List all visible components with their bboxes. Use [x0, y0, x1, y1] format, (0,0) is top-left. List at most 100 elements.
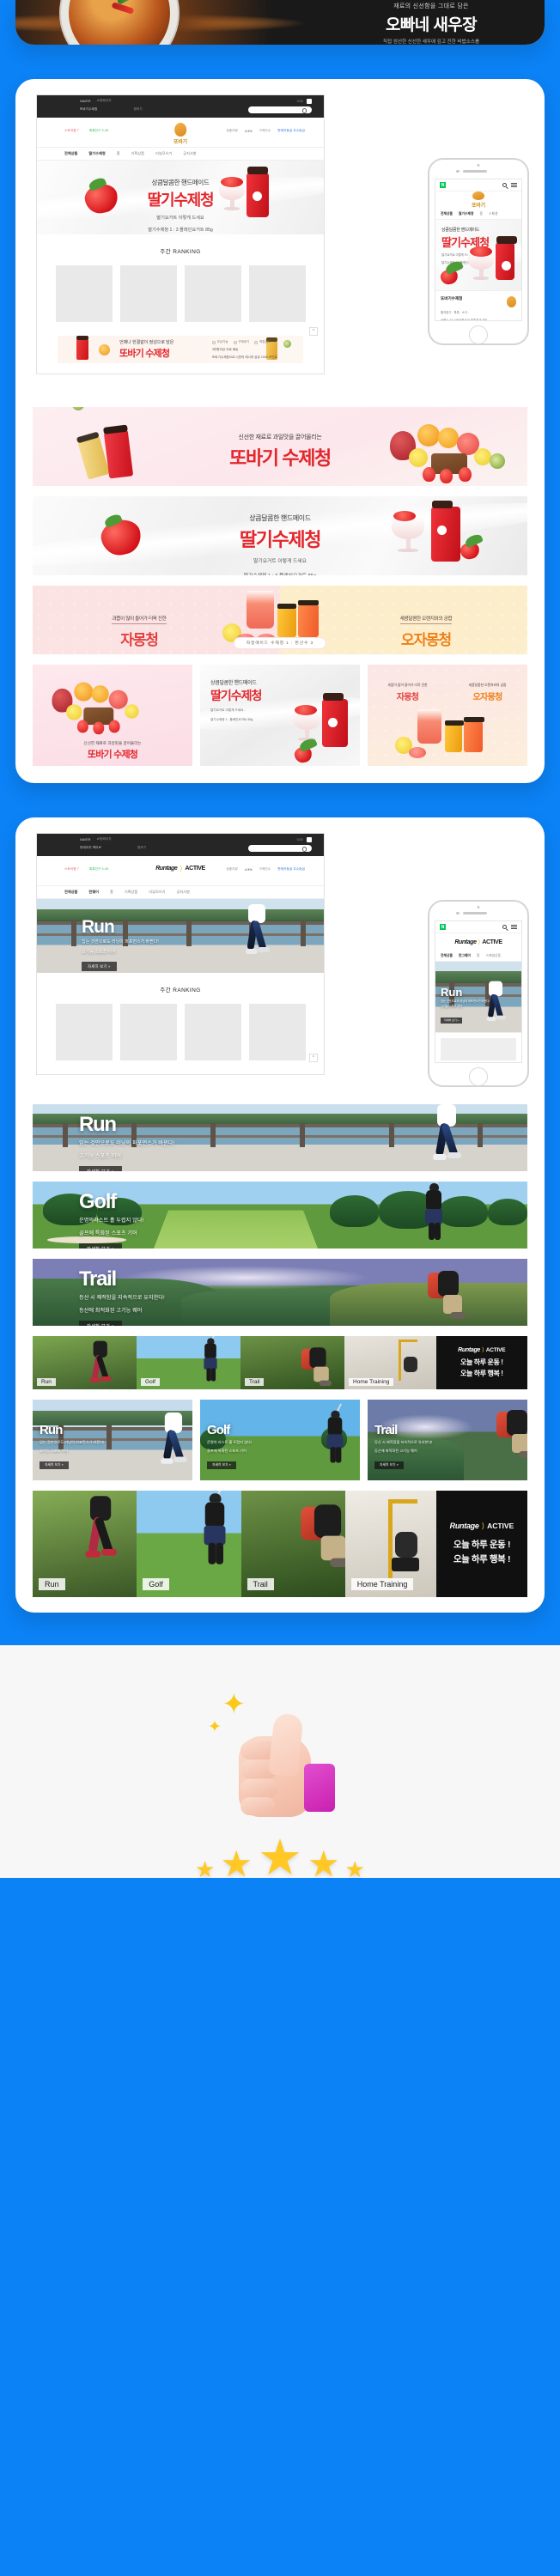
big-split-home-training-panel[interactable]: Home Training — [344, 1491, 436, 1597]
banner-golf[interactable]: Golf 운명의라스트 홀 두렵지 않다! 골프에 특화된 스포츠 기어 자세히… — [33, 1182, 527, 1249]
phone-hero-detail-button[interactable]: 자세히 보기 » — [441, 1017, 463, 1024]
phone-hero[interactable]: 상큼달콤한 핸드메이드 딸기수제청 딸기요거트 이렇게 드세요 - 딸기수제청 … — [435, 220, 521, 290]
phone-home-button[interactable] — [469, 1067, 488, 1086]
browser-search-input[interactable] — [248, 106, 312, 113]
hamburger-menu-icon[interactable] — [511, 183, 517, 187]
phone-nav-special[interactable]: 스페셜 — [489, 212, 497, 216]
banner-trail[interactable]: Trail 등산 시 쾌적함을 지속적으로 유지한다! 등산에 최적화된 고기능… — [33, 1259, 527, 1326]
nav-item-reviews[interactable]: 리뷰모으기 — [155, 151, 172, 156]
talk-friend-count[interactable]: 톡톡친구 3,45 — [89, 129, 108, 133]
food-browser-mock[interactable]: NAVER 쇼핑페이지 또바기수제청 찜하기 0/20 스토어찜 7 톡톡친구 … — [36, 94, 325, 374]
cart-icon[interactable] — [307, 837, 312, 842]
ranking-item[interactable] — [55, 1004, 113, 1060]
favorite-label[interactable]: 찜하기 — [137, 846, 146, 850]
phone-nav[interactable]: 전체상품 딸기수제청 홈 스페셜 — [435, 209, 521, 220]
search-icon[interactable] — [502, 183, 507, 187]
phone-nav-home[interactable]: 홈 — [477, 954, 480, 958]
banner-tobagi-handmade[interactable]: 신선한 재료로 과일맛을 끌어올리는 또바기 수제청 — [33, 407, 527, 486]
trio-golf-detail-button[interactable]: 자세히 보기 » — [207, 1461, 236, 1469]
banner-strawberry-handmade[interactable]: 상큼달콤한 핸드메이드 딸기수제청 딸기요거트 이렇게 드세요 딸기수제청 1 … — [33, 496, 527, 575]
search-icon[interactable] — [502, 925, 507, 929]
phone-nav-strawberry[interactable]: 딸기수제청 — [459, 212, 473, 216]
favorite-label[interactable]: 찜하기 — [133, 107, 142, 112]
nav-item-all[interactable]: 전체상품 — [64, 151, 77, 156]
phone-nav-special[interactable]: 스페셜상품 — [485, 954, 500, 958]
sport-hero-detail-button[interactable]: 자세히 보기 » — [82, 962, 117, 971]
split-home-training-panel[interactable]: Home Training — [344, 1336, 436, 1389]
trio-card-strawberry[interactable]: 상큼달콤한 핸드메이드 딸기수제청 딸기요거트 이렇게 드세요 - 딸기수제청 … — [200, 665, 360, 766]
sport-logo[interactable]: Runtage ⟩ ACTIVE — [155, 865, 205, 872]
food-hero-banner[interactable]: 재료의 신선함을 그대로 담은 오빠네 새우장 직접 엄선한 신선한 새우에 깊… — [15, 0, 545, 45]
scroll-to-top-icon[interactable]: ^ — [309, 1054, 318, 1062]
nav-item-promo[interactable]: 기획상품 — [125, 890, 137, 895]
trio-card-tobagi[interactable]: 신선한 재료로 과일맛을 끌어올리는 또바기 수제청 — [33, 665, 192, 766]
big-split-golf-panel[interactable]: Golf — [137, 1491, 241, 1597]
banner-run[interactable]: Run 입는 것만으로도 러닝의 퍼포먼스가 바뀐다! 고기능 스포츠 이어 자… — [33, 1104, 527, 1171]
sport-site-nav[interactable]: 전체상품 런웨어 홈 기획상품 리뷰모으기 공지사항 — [37, 885, 324, 899]
phone-nav-all[interactable]: 전체상품 — [441, 212, 453, 216]
sport-phone-mock[interactable]: N Runtage ⟩ ACTIVE 전체상품 런그웨어 홈 스페셜상품 Run… — [428, 900, 529, 1087]
split-trail-panel[interactable]: Trail — [240, 1336, 345, 1389]
trio-card-run[interactable]: Run 입는 것만으로도 러닝의 퍼포먼스가 바뀐다! 고기능 스포츠 이어 자… — [33, 1400, 192, 1480]
browser-search-input[interactable] — [248, 845, 312, 852]
food-site-nav[interactable]: 전체상품 딸기수제청 홈 기획상품 리뷰모으기 공지사항 — [37, 147, 324, 161]
split-golf-panel[interactable]: Golf — [137, 1336, 241, 1389]
ranking-item[interactable] — [55, 265, 113, 322]
big-split-run-panel[interactable]: Run — [33, 1491, 137, 1597]
food-site-hero[interactable]: 상큼달콤한 핸드메이드 딸기수제청 딸기요거트 이렇게 드세요 딸기수제청 1 … — [37, 161, 324, 234]
big-split-trail-panel[interactable]: Trail — [240, 1491, 345, 1597]
nav-item-notice[interactable]: 공지사항 — [183, 151, 196, 156]
big-split-brand-panel[interactable]: Runtage ⟩ ACTIVE 오늘 하루 운동 ! 오늘 하루 행복 ! — [435, 1491, 527, 1597]
talk-friend-count[interactable]: 톡톡친구 3,45 — [89, 867, 108, 872]
store-name-label[interactable]: 또바기수제청 — [80, 107, 97, 112]
phone-product-thumb[interactable] — [441, 1038, 516, 1060]
nav-item-strawberry[interactable]: 딸기수제청 — [88, 151, 105, 156]
food-phone-mock[interactable]: N 또바기 전체상품 딸기수제청 홈 스페셜 상큼달콤한 핸드메이드 딸기수제청… — [428, 158, 529, 345]
split-brand-panel[interactable]: Runtage ⟩ ACTIVE 오늘 하루 운동 ! 오늘 하루 행복 ! — [435, 1336, 527, 1389]
ranking-item[interactable] — [184, 265, 241, 322]
ranking-item[interactable] — [248, 265, 306, 322]
food-logo[interactable]: 또바기 — [173, 123, 187, 145]
phone-nav-runwear[interactable]: 런그웨어 — [459, 954, 471, 958]
phone-hero[interactable]: Run 입는 것만으로도 러닝의 퍼포먼스가 바뀐다! 고기능 스포츠 이어 자… — [435, 962, 521, 1032]
phone-home-button[interactable] — [469, 325, 488, 344]
ranking-item[interactable] — [248, 1004, 306, 1060]
nav-item-promo[interactable]: 기획상품 — [131, 151, 144, 156]
naver-logo-icon[interactable]: N — [440, 924, 446, 930]
phone-nav-all[interactable]: 전체상품 — [441, 954, 453, 958]
ranking-item[interactable] — [184, 1004, 241, 1060]
nav-item-reviews[interactable]: 리뷰모으기 — [149, 890, 165, 895]
trio-trail-detail-button[interactable]: 자세히 보기 » — [374, 1461, 404, 1469]
split-strip-large[interactable]: Run Golf Trail Home Training Runtage ⟩ A… — [33, 1491, 527, 1597]
nav-item-all[interactable]: 전체상품 — [64, 890, 77, 895]
ranking-item[interactable] — [119, 1004, 177, 1060]
trio-run-detail-button[interactable]: 자세히 보기 » — [40, 1461, 69, 1469]
sport-site-hero[interactable]: Run 입는 것만으로도 러닝의 퍼포먼스가 바뀐다! 고기능 스포츠 이어 자… — [37, 899, 324, 973]
naver-logo-icon[interactable]: N — [440, 182, 446, 188]
sport-browser-mock[interactable]: NAVER 쇼핑페이지 런테이지 액티브 찜하기 0/20 스토어찜 7 톡톡친… — [36, 833, 325, 1075]
cart-icon[interactable] — [307, 99, 312, 104]
store-name-label[interactable]: 런테이지 액티브 — [80, 846, 101, 850]
hamburger-menu-icon[interactable] — [511, 925, 517, 929]
banner-grapefruit-duo[interactable]: 과즙이 많이 들어가 더욱 진한 자몽청 새콤달콤한 오렌지와의 궁합 오자몽청 — [33, 586, 527, 654]
trio-card-grapefruit[interactable]: 과즙이 많이 들어가 더욱 진한 자몽청 새콤달콤한 오렌지와의 궁합 오자몽청 — [368, 665, 527, 766]
store-favorite-count[interactable]: 스토어찜 7 — [64, 867, 79, 872]
phone-nav[interactable]: 전체상품 런그웨어 홈 스페셜상품 — [435, 951, 521, 962]
trio-card-trail[interactable]: Trail 등산 시 쾌적함을 지속적으로 유지한다! 등산에 최적화된 고기능… — [368, 1400, 527, 1480]
split-run-panel[interactable]: Run — [33, 1336, 137, 1389]
ranking-item[interactable] — [119, 265, 177, 322]
scroll-to-top-icon[interactable]: ^ — [309, 327, 318, 336]
banner-golf-detail-button[interactable]: 자세히 보기 » — [79, 1243, 123, 1249]
phone-nav-home[interactable]: 홈 — [479, 212, 483, 216]
nav-item-runwear[interactable]: 런웨어 — [88, 890, 99, 895]
banner-trail-detail-button[interactable]: 자세히 보기 » — [79, 1321, 123, 1326]
phone-logo[interactable]: 또바기 — [435, 191, 521, 209]
split-strip-small[interactable]: Run Golf Trail Home Training Runtage ⟩ A… — [33, 1336, 527, 1389]
nav-item-home[interactable]: 홈 — [110, 890, 113, 895]
nav-item-notice[interactable]: 공지사항 — [177, 890, 190, 895]
nav-item-home[interactable]: 홈 — [117, 151, 120, 156]
promo-strip-banner[interactable]: 언제나 한결같이 정성으로 담은 또바기 수제청 무상가능 구매후기 적립샵도 … — [58, 336, 303, 363]
store-favorite-count[interactable]: 스토어찜 7 — [64, 129, 79, 133]
phone-brand-logo[interactable]: Runtage ⟩ ACTIVE — [435, 933, 521, 951]
banner-run-detail-button[interactable]: 자세히 보기 » — [79, 1166, 123, 1171]
